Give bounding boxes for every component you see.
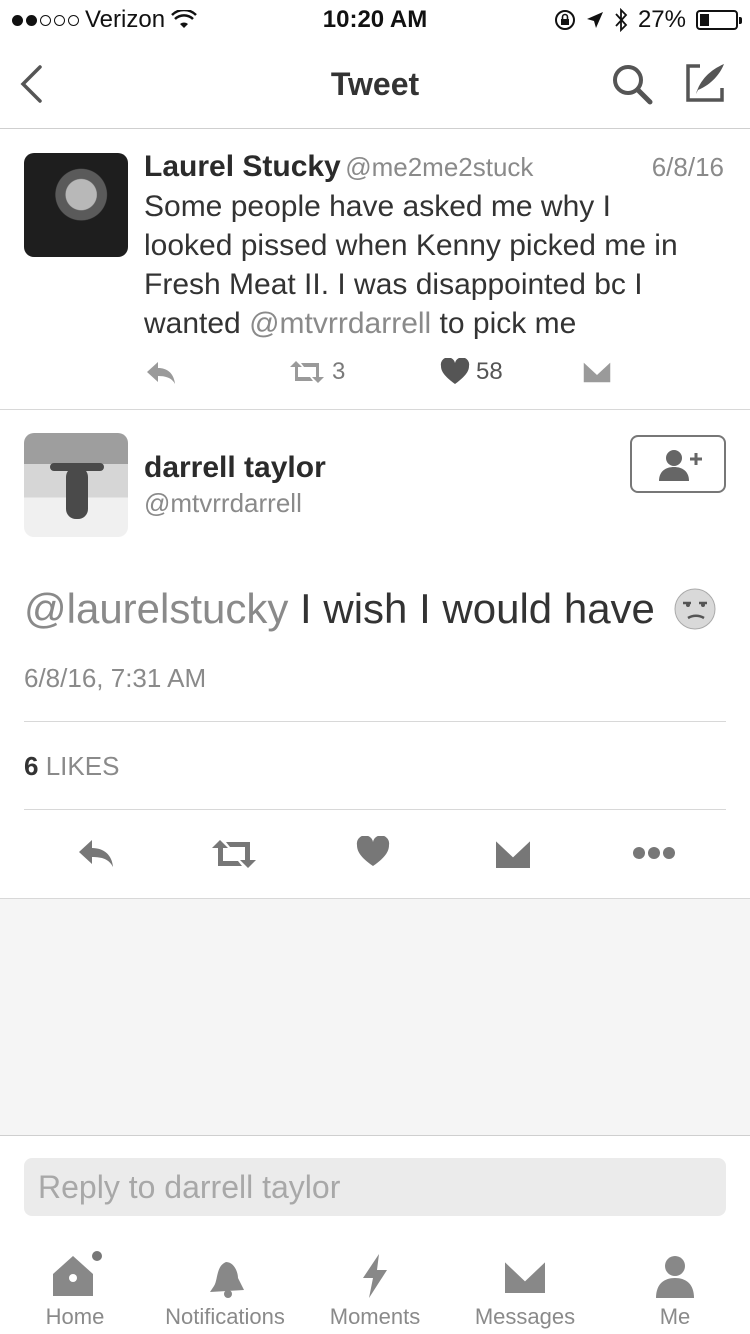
rotation-lock-icon <box>554 10 575 30</box>
battery-icon <box>696 10 742 30</box>
parent-tweet-actions: 3 58 <box>144 356 734 390</box>
search-icon[interactable] <box>610 62 654 106</box>
parent-tweet-date: 6/8/16 <box>651 152 724 182</box>
more-options-icon[interactable] <box>632 845 676 861</box>
main-tweet-author-handle[interactable]: @mtvrrdarrell <box>144 488 302 519</box>
mention-link[interactable]: @laurelstucky <box>24 585 288 632</box>
main-tweet-author-name[interactable]: darrell taylor <box>144 451 326 485</box>
parent-tweet-avatar[interactable] <box>24 153 128 257</box>
status-bar: Verizon 10:20 AM 27% <box>0 0 750 40</box>
bell-icon <box>210 1262 244 1298</box>
tab-bar: Home Notifications Moments Messages Me <box>0 1240 750 1334</box>
tab-me[interactable]: Me <box>600 1240 750 1330</box>
compose-tweet-icon[interactable] <box>684 60 728 104</box>
tab-home[interactable]: Home <box>0 1240 150 1330</box>
tab-label: Messages <box>474 1304 576 1329</box>
parent-tweet-line: wanted @mtvrrdarrell to pick me <box>144 304 734 343</box>
parent-tweet-author-name[interactable]: Laurel Stucky <box>144 150 341 183</box>
tweet-timestamp: 6/8/16, 7:31 AM <box>24 663 207 693</box>
likes-label: LIKES <box>45 751 120 781</box>
main-tweet-avatar[interactable] <box>24 433 128 537</box>
text-prefix: wanted <box>144 307 250 340</box>
reply-input[interactable]: Reply to darrell taylor <box>24 1158 726 1216</box>
tweet-divider <box>0 409 750 410</box>
text-suffix: to pick me <box>431 307 577 340</box>
retweet-action[interactable]: 3 <box>288 358 345 386</box>
parent-tweet-line: looked pissed when Kenny picked me in <box>144 229 678 262</box>
like-count: 58 <box>476 358 503 385</box>
reply-icon[interactable] <box>144 358 178 388</box>
reply-placeholder: Reply to darrell taylor <box>38 1169 341 1205</box>
tab-label: Notifications <box>165 1304 285 1329</box>
retweet-icon <box>290 361 324 383</box>
tab-label: Me <box>659 1304 691 1329</box>
bluetooth-icon <box>615 8 628 32</box>
parent-tweet-line: Fresh Meat II. I was disappointed bc I <box>144 268 643 301</box>
likes-count: 6 <box>24 751 39 781</box>
likes-summary[interactable]: 6 LIKES <box>24 751 119 782</box>
tab-messages[interactable]: Messages <box>450 1240 600 1330</box>
parent-tweet-author-handle[interactable]: @me2me2stuck <box>345 152 533 182</box>
nav-bar: Tweet <box>0 40 750 129</box>
direct-message-icon[interactable] <box>494 838 532 870</box>
unamused-face-emoji-icon <box>674 588 716 630</box>
heart-icon <box>440 358 470 384</box>
tab-label: Moments <box>329 1304 421 1329</box>
parent-tweet-text: Some people have asked me why I looked p… <box>144 187 734 343</box>
parent-tweet-line: Some people have asked me why I <box>144 190 611 223</box>
person-icon <box>656 1256 694 1298</box>
lightning-icon <box>363 1254 387 1298</box>
tab-moments[interactable]: Moments <box>300 1240 450 1330</box>
tab-notifications[interactable]: Notifications <box>150 1240 300 1330</box>
reply-icon[interactable] <box>76 836 116 870</box>
follow-button[interactable] <box>630 435 726 493</box>
direct-message-icon[interactable] <box>582 360 612 384</box>
empty-replies-area <box>0 898 750 1136</box>
status-right: 27% <box>554 6 742 34</box>
retweet-icon[interactable] <box>210 838 258 870</box>
location-arrow-icon <box>586 12 603 28</box>
envelope-icon <box>503 1259 547 1295</box>
parent-tweet-header: Laurel Stucky @me2me2stuck <box>144 150 734 184</box>
add-user-icon <box>659 450 702 481</box>
main-tweet-text: @laurelstucky I wish I would have <box>24 585 717 633</box>
divider <box>24 809 726 810</box>
divider <box>24 721 726 722</box>
like-action[interactable]: 58 <box>440 358 503 386</box>
battery-percent: 27% <box>637 6 686 33</box>
tweet-body: I wish I would have <box>288 585 655 632</box>
tab-label: Home <box>45 1304 105 1329</box>
mention-link[interactable]: @mtvrrdarrell <box>249 307 431 340</box>
retweet-count: 3 <box>332 358 346 385</box>
heart-icon[interactable] <box>356 836 390 868</box>
home-icon <box>53 1251 102 1296</box>
